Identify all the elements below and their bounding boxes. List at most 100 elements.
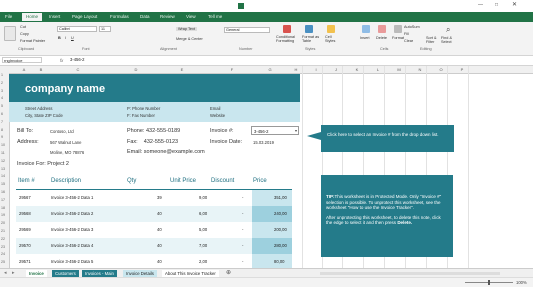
sheet-tab-about[interactable]: About This Invoice Tracker xyxy=(162,270,219,277)
city-state-zip[interactable]: City, State ZIP Code xyxy=(25,113,63,118)
price-cell[interactable]: 200,00 xyxy=(274,222,287,238)
tab-formulas[interactable]: Formulas xyxy=(110,14,129,19)
insert-button[interactable]: Insert xyxy=(360,36,370,40)
name-box[interactable]: rngInvoice xyxy=(2,57,42,63)
customer-phone[interactable]: Phone: 432-555-0189 xyxy=(127,128,180,134)
row-header[interactable]: 20 xyxy=(1,221,5,225)
column-header[interactable]: K xyxy=(351,67,363,72)
column-header[interactable]: N xyxy=(414,67,426,72)
row-header[interactable]: 4 xyxy=(1,96,3,100)
find-select-button[interactable]: Find & Select xyxy=(441,36,457,44)
autosum-button[interactable]: AutoSum xyxy=(404,25,420,29)
search-icon[interactable]: ⌕ xyxy=(446,25,450,35)
number-format-combo[interactable]: General xyxy=(224,27,270,33)
column-header[interactable]: H xyxy=(290,67,302,72)
font-size-combo[interactable]: 11 xyxy=(99,26,111,32)
price-cell[interactable]: 351,00 xyxy=(274,190,287,206)
fill-button[interactable]: Fill xyxy=(404,32,409,36)
invoice-select-callout[interactable]: Click here to select an Invoice # from t… xyxy=(307,125,454,152)
header-unit-price[interactable]: Unit Price xyxy=(170,174,196,189)
column-header[interactable]: I xyxy=(310,67,322,72)
invoice-for[interactable]: Invoice For: Project 2 xyxy=(17,161,69,167)
bold-button[interactable]: B xyxy=(58,36,61,40)
item-cell[interactable]: 29568 xyxy=(19,206,31,222)
unit-price-cell[interactable]: 9,00 xyxy=(199,190,207,206)
row-header[interactable]: 13 xyxy=(1,167,5,171)
row-header[interactable]: 12 xyxy=(1,159,5,163)
row-header[interactable]: 18 xyxy=(1,206,5,210)
row-header[interactable]: 7 xyxy=(1,120,3,124)
underline-button[interactable]: U xyxy=(71,36,74,40)
column-header[interactable]: C xyxy=(72,67,84,72)
italic-button[interactable]: I xyxy=(65,36,66,40)
format-painter-button[interactable]: Format Painter xyxy=(20,39,45,43)
cell-styles-button[interactable]: Cell Styles xyxy=(325,35,339,43)
header-description[interactable]: Description xyxy=(51,174,81,189)
header-price[interactable]: Price xyxy=(253,174,267,189)
company-name[interactable]: company name xyxy=(25,83,105,95)
street-address[interactable]: Street Address xyxy=(25,106,52,111)
column-header[interactable]: G xyxy=(264,67,276,72)
scroll-right-icon[interactable]: ▸ xyxy=(12,270,15,276)
qty-cell[interactable]: 39 xyxy=(157,190,162,206)
sheet-tab-customers[interactable]: Customers xyxy=(52,270,79,277)
minimize-icon[interactable]: — xyxy=(478,2,483,8)
row-header[interactable]: 11 xyxy=(1,151,5,155)
row-header[interactable]: 16 xyxy=(1,190,5,194)
row-header[interactable]: 6 xyxy=(1,112,3,116)
zoom-level[interactable]: 100% xyxy=(516,280,527,285)
customer-fax[interactable]: Fax: 432-555-0123 xyxy=(127,139,178,145)
font-name-combo[interactable]: Calibri xyxy=(57,26,97,32)
cut-button[interactable]: Cut xyxy=(20,25,26,29)
row-header[interactable]: 15 xyxy=(1,182,5,186)
row-header[interactable]: 22 xyxy=(1,237,5,241)
invoice-number-select[interactable]: 3-456-2 ▾ xyxy=(251,126,299,135)
column-header[interactable]: E xyxy=(176,67,188,72)
cell-styles-icon[interactable] xyxy=(327,25,335,33)
formula-input[interactable]: 3-456-2 xyxy=(70,57,530,63)
protected-mode-tip[interactable]: TIP:This worksheet is in Protected Mode.… xyxy=(321,175,453,257)
invoice-date-value[interactable]: 15.03.2019 xyxy=(253,140,274,145)
discount-cell[interactable]: - xyxy=(242,222,243,238)
conditional-formatting-button[interactable]: Conditional Formatting xyxy=(276,35,300,43)
copy-button[interactable]: Copy xyxy=(20,32,29,36)
row-header[interactable]: 5 xyxy=(1,104,3,108)
tab-tell-me[interactable]: Tell me xyxy=(208,14,222,19)
email-label[interactable]: Email xyxy=(210,106,220,111)
item-cell[interactable]: 29567 xyxy=(19,190,31,206)
discount-cell[interactable]: - xyxy=(242,190,243,206)
unit-price-cell[interactable]: 7,00 xyxy=(199,238,207,254)
unit-price-cell[interactable]: 5,00 xyxy=(199,222,207,238)
website-label[interactable]: Website xyxy=(210,113,225,118)
qty-cell[interactable]: 40 xyxy=(157,206,162,222)
header-item[interactable]: Item # xyxy=(18,174,35,189)
address-line-2[interactable]: Moline, MO 78876 xyxy=(50,150,84,155)
row-header[interactable]: 1 xyxy=(1,73,3,77)
discount-cell[interactable]: - xyxy=(242,238,243,254)
qty-cell[interactable]: 40 xyxy=(157,222,162,238)
fx-icon[interactable]: fx xyxy=(60,58,63,63)
column-header[interactable]: D xyxy=(130,67,142,72)
insert-cells-icon[interactable] xyxy=(362,25,370,33)
header-qty[interactable]: Qty xyxy=(127,174,136,189)
sheet-tab-invoice-details[interactable]: Invoice Details xyxy=(123,270,157,277)
customer-email[interactable]: Email: someone@example.com xyxy=(127,149,205,155)
scroll-left-icon[interactable]: ◂ xyxy=(4,270,7,276)
description-cell[interactable]: Invoice 3-456-2 Data 4 xyxy=(51,238,93,254)
column-header[interactable]: P xyxy=(456,67,468,72)
chevron-down-icon[interactable]: ▾ xyxy=(295,128,297,133)
tab-insert[interactable]: Insert xyxy=(49,14,60,19)
discount-cell[interactable]: - xyxy=(242,206,243,222)
sort-filter-button[interactable]: Sort & Filter xyxy=(426,36,440,44)
unit-price-cell[interactable]: 6,00 xyxy=(199,206,207,222)
fax-number-label[interactable]: F: Fax Number xyxy=(127,113,155,118)
tab-home[interactable]: Home xyxy=(22,13,43,21)
row-header[interactable]: 17 xyxy=(1,198,5,202)
row-header[interactable]: 19 xyxy=(1,213,5,217)
close-icon[interactable]: ✕ xyxy=(512,1,517,8)
tab-data[interactable]: Data xyxy=(140,14,150,19)
invoice-number-value[interactable]: 3-456-2 xyxy=(254,129,268,134)
tab-review[interactable]: Review xyxy=(160,14,175,19)
price-cell[interactable]: 240,00 xyxy=(274,206,287,222)
tab-file[interactable]: File xyxy=(5,14,12,19)
